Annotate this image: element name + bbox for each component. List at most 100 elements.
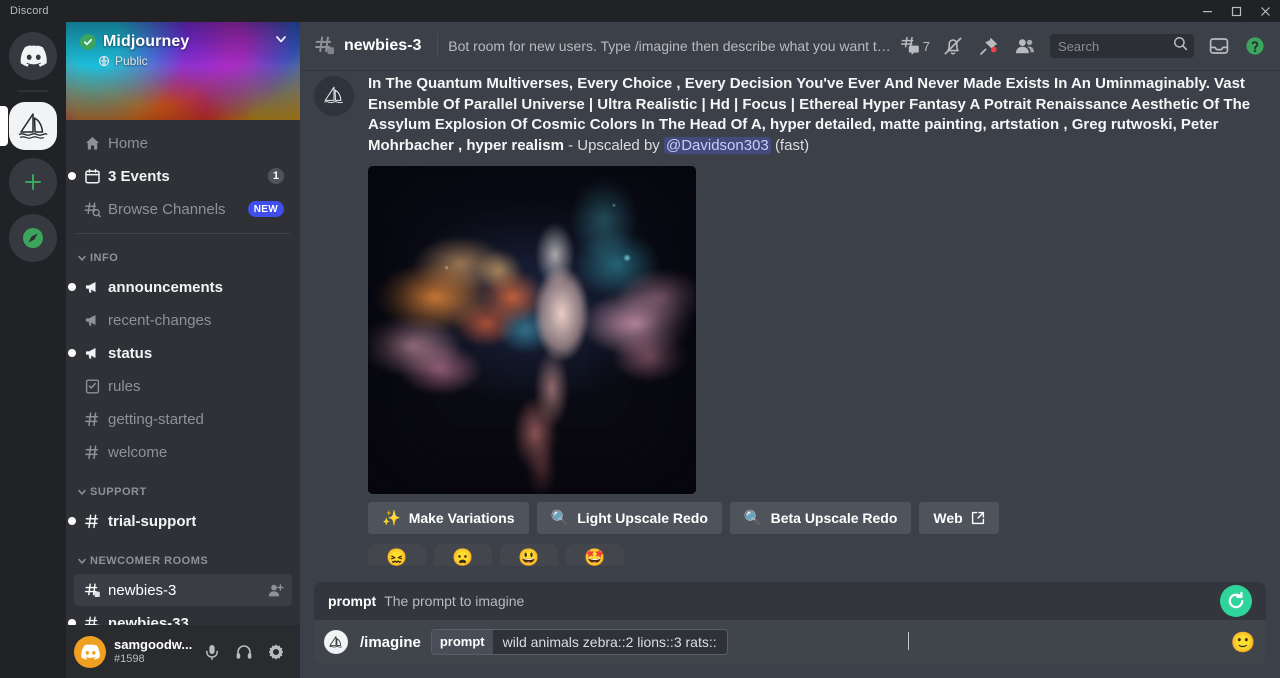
category-support[interactable]: SUPPORT: [74, 480, 292, 504]
server-rail-item-explore[interactable]: [0, 214, 66, 262]
hash-icon: [82, 444, 102, 461]
hash-thread-icon: [82, 582, 102, 599]
sidebar-item-recent-changes[interactable]: recent-changes: [74, 304, 292, 336]
browse-channels-icon: [82, 201, 102, 218]
message-speed-label: (fast): [775, 137, 809, 154]
sidebar-item-events[interactable]: 3 Events 1: [74, 160, 292, 192]
user-discriminator: #1598: [114, 653, 196, 666]
command-option-description: The prompt to imagine: [384, 593, 524, 609]
magnifier-icon: 🔍: [551, 509, 570, 527]
close-icon[interactable]: [1251, 0, 1280, 22]
avatar[interactable]: [314, 76, 354, 116]
sidebar-item-announcements[interactable]: announcements: [74, 271, 292, 303]
server-rail-item-midjourney[interactable]: [0, 102, 66, 150]
chevron-down-icon[interactable]: [274, 32, 288, 51]
message-mention[interactable]: @Davidson303: [664, 137, 771, 154]
sidebar-item-welcome[interactable]: welcome: [74, 436, 292, 468]
sidebar-item-browse-channels[interactable]: Browse Channels NEW: [74, 193, 292, 225]
maximize-icon[interactable]: [1222, 0, 1251, 22]
composer-input-area[interactable]: [728, 630, 1224, 654]
make-variations-button[interactable]: ✨ Make Variations: [368, 502, 529, 534]
server-banner[interactable]: Midjourney Public: [66, 22, 300, 120]
member-list-button[interactable]: [1008, 30, 1042, 62]
message-composer[interactable]: /imagine prompt wild animals zebra::2 li…: [314, 620, 1266, 664]
category-newcomer-rooms[interactable]: NEWCOMER ROOMS: [74, 549, 292, 573]
main-content: newbies-3 Bot room for new users. Type /…: [300, 22, 1280, 678]
category-newcomer-rooms-label: NEWCOMER ROOMS: [90, 555, 208, 567]
command-option-key: prompt: [328, 593, 376, 609]
notifications-muted-button[interactable]: [936, 30, 970, 62]
megaphone-icon: [82, 345, 102, 362]
sidebar-item-trial-support[interactable]: trial-support: [74, 505, 292, 537]
compass-icon: [9, 214, 57, 262]
rules-icon: [82, 378, 102, 395]
command-option-chip[interactable]: prompt wild animals zebra::2 lions::3 ra…: [431, 629, 728, 655]
message: In The Quantum Multiverses, Every Choice…: [300, 70, 1266, 566]
app-body: Midjourney Public Home: [0, 22, 1280, 678]
external-link-icon: [971, 511, 985, 525]
microphone-icon[interactable]: [196, 636, 228, 668]
sidebar-item-recent-changes-label: recent-changes: [108, 312, 211, 329]
inbox-button[interactable]: [1202, 30, 1236, 62]
server-privacy-label: Public: [115, 54, 148, 68]
reaction-confounded[interactable]: 😖: [368, 544, 426, 566]
emoji-picker-icon[interactable]: 🙂: [1230, 629, 1256, 655]
sidebar-item-rules-label: rules: [108, 378, 141, 395]
make-variations-label: Make Variations: [409, 510, 515, 526]
avatar[interactable]: [74, 636, 106, 668]
reaction-emoji: 😃: [518, 548, 539, 566]
reaction-emoji: 🤩: [584, 548, 605, 566]
add-member-icon[interactable]: [267, 582, 284, 599]
unread-indicator: [68, 283, 76, 291]
web-button[interactable]: Web: [919, 502, 998, 534]
headphones-icon[interactable]: [228, 636, 260, 668]
category-info[interactable]: INFO: [74, 246, 292, 270]
gear-icon[interactable]: [260, 636, 292, 668]
sailboat-icon: [9, 102, 57, 150]
sidebar-divider: [76, 233, 290, 234]
hash-thread-icon: [82, 615, 102, 626]
browse-channels-new-badge: NEW: [248, 201, 284, 217]
pinned-messages-button[interactable]: [972, 30, 1006, 62]
unread-indicator: [68, 349, 76, 357]
reaction-frowning[interactable]: 😦: [434, 544, 492, 566]
reaction-grinning[interactable]: 😃: [500, 544, 558, 566]
channel-topic[interactable]: Bot room for new users. Type /imagine th…: [448, 38, 893, 54]
server-header[interactable]: Midjourney: [80, 32, 288, 51]
sidebar-item-browse-channels-label: Browse Channels: [108, 201, 226, 218]
generated-image[interactable]: [368, 166, 696, 494]
channel-header: newbies-3 Bot room for new users. Type /…: [300, 22, 1280, 70]
sidebar-item-newbies-3[interactable]: newbies-3: [74, 574, 292, 606]
server-rail-item-add-server[interactable]: [0, 158, 66, 206]
threads-button[interactable]: [893, 30, 927, 62]
reaction-star-struck[interactable]: 🤩: [566, 544, 624, 566]
user-panel: samgoodw... #1598: [66, 625, 300, 678]
message-upscaled-label: - Upscaled by: [568, 137, 660, 154]
sidebar-item-home[interactable]: Home: [74, 127, 292, 159]
beta-upscale-redo-button[interactable]: 🔍 Beta Upscale Redo: [730, 502, 912, 534]
hash-thread-icon: [314, 35, 336, 57]
megaphone-icon: [82, 279, 102, 296]
sidebar-item-newbies-33[interactable]: newbies-33: [74, 607, 292, 625]
minimize-icon[interactable]: [1193, 0, 1222, 22]
sidebar-item-getting-started[interactable]: getting-started: [74, 403, 292, 435]
sidebar-item-trial-support-label: trial-support: [108, 513, 196, 530]
light-upscale-redo-button[interactable]: 🔍 Light Upscale Redo: [537, 502, 722, 534]
light-upscale-redo-label: Light Upscale Redo: [577, 510, 708, 526]
user-info[interactable]: samgoodw... #1598: [114, 637, 196, 666]
events-badge: 1: [268, 168, 284, 184]
command-option-value[interactable]: wild animals zebra::2 lions::3 rats::: [493, 634, 727, 650]
header-divider: [437, 34, 438, 58]
server-privacy: Public: [98, 54, 148, 68]
hash-icon: [82, 411, 102, 428]
search-input[interactable]: [1050, 34, 1194, 58]
help-button[interactable]: [1238, 30, 1272, 62]
sidebar-item-status[interactable]: status: [74, 337, 292, 369]
beta-upscale-redo-label: Beta Upscale Redo: [771, 510, 898, 526]
sidebar-item-rules[interactable]: rules: [74, 370, 292, 402]
category-info-label: INFO: [90, 252, 118, 264]
reload-icon[interactable]: [1220, 585, 1252, 617]
server-rail-item-discord-home[interactable]: [0, 32, 66, 80]
search-field[interactable]: [1058, 39, 1173, 54]
message-list[interactable]: In The Quantum Multiverses, Every Choice…: [300, 70, 1280, 566]
